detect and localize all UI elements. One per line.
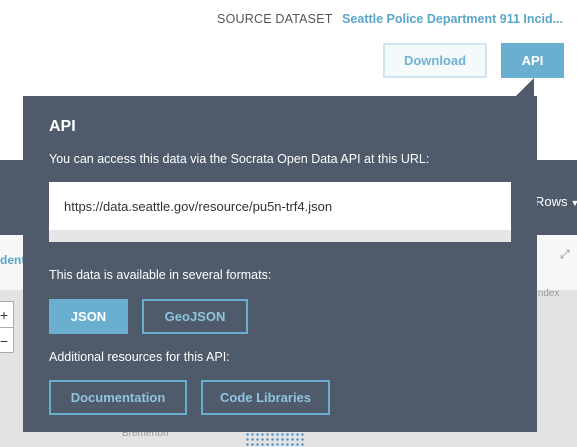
rows-menu-label: Rows bbox=[535, 194, 568, 209]
popup-description: You can access this data via the Socrata… bbox=[49, 152, 430, 166]
geojson-format-button[interactable]: GeoJSON bbox=[142, 299, 248, 334]
map-place-label: Index bbox=[535, 288, 560, 299]
popup-title: API bbox=[49, 118, 76, 135]
rows-menu[interactable]: Rows ▼ bbox=[535, 194, 577, 209]
map-zoom-control[interactable]: + − bbox=[0, 301, 14, 353]
api-popup: API You can access this data via the Soc… bbox=[23, 96, 537, 432]
download-button[interactable]: Download bbox=[383, 43, 487, 78]
source-dataset-link[interactable]: Seattle Police Department 911 Incid... bbox=[342, 12, 563, 26]
resources-label: Additional resources for this API: bbox=[49, 350, 230, 364]
api-url-box bbox=[49, 182, 511, 242]
api-button[interactable]: API bbox=[501, 43, 564, 78]
popup-arrow bbox=[516, 78, 534, 96]
source-dataset-label: SOURCE DATASET bbox=[217, 12, 333, 26]
left-tab-fragment[interactable]: dent bbox=[0, 253, 25, 267]
source-dataset-row: SOURCE DATASET Seattle Police Department… bbox=[217, 12, 563, 26]
documentation-button[interactable]: Documentation bbox=[49, 380, 187, 415]
formats-label: This data is available in several format… bbox=[49, 268, 272, 282]
code-libraries-button[interactable]: Code Libraries bbox=[201, 380, 330, 415]
zoom-out-icon[interactable]: − bbox=[0, 328, 13, 353]
json-format-button[interactable]: JSON bbox=[49, 299, 128, 334]
caret-down-icon: ▼ bbox=[570, 198, 577, 208]
zoom-in-icon[interactable]: + bbox=[0, 302, 13, 328]
api-url-field[interactable] bbox=[49, 182, 511, 230]
expand-icon[interactable]: ⤢ bbox=[560, 247, 570, 262]
